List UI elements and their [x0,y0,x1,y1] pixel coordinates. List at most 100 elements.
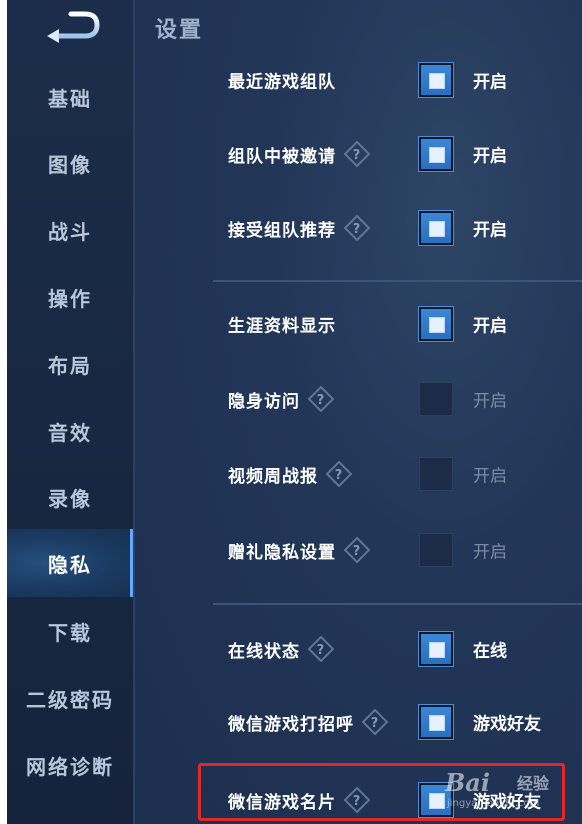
sidebar-item[interactable]: 隐私 [7,529,133,597]
settings-screen: 基础 图像 战斗 操作 布局 音效 录像 隐私 下载 二级密码 网络诊断 设置 最近游戏组队 开启 组队… [0,0,582,824]
setting-label-text: 隐身访问 [228,391,300,412]
setting-value: 开启 [473,220,507,241]
section-divider [213,603,582,605]
sidebar-item[interactable]: 战斗 [7,207,133,253]
svg-text:?: ? [317,643,326,658]
page-title: 设置 [155,18,204,43]
setting-label: 接受组队推荐? [228,214,371,242]
svg-text:?: ? [371,716,380,731]
setting-value: 在线 [473,641,507,662]
setting-checkbox[interactable] [419,457,453,491]
watermark-url: jingyan.baidu.com [447,798,540,809]
sidebar-item[interactable]: 网络诊断 [7,742,133,788]
sidebar-item[interactable]: 图像 [7,140,133,186]
setting-row: 生涯资料显示 开启 [135,298,582,350]
setting-row: 最近游戏组队 开启 [135,54,582,106]
setting-value: 游戏好友 [473,714,541,735]
sidebar-item[interactable]: 音效 [7,408,133,454]
sidebar-item[interactable]: 基础 [7,74,133,120]
setting-value: 开启 [473,316,507,337]
checkbox-check-icon [429,642,445,658]
svg-text:?: ? [353,148,362,163]
help-icon[interactable]: ? [307,635,335,663]
help-icon[interactable]: ? [307,385,335,413]
sidebar-item[interactable]: 二级密码 [7,675,133,721]
sidebar-item-label: 基础 [48,86,92,111]
setting-label-text: 视频周战报 [228,466,318,487]
sidebar-item-label: 战斗 [48,219,92,244]
setting-label-text: 组队中被邀请 [228,146,336,167]
section-divider [213,280,582,282]
checkbox-check-icon [429,715,445,731]
setting-label-text: 赠礼隐私设置 [228,542,336,563]
help-icon[interactable]: ? [343,214,371,242]
setting-value: 开启 [473,466,507,487]
sidebar-item-label: 隐私 [48,552,92,577]
sidebar-item[interactable]: 操作 [7,274,133,320]
checkbox-check-icon [429,147,445,163]
svg-text:?: ? [335,468,344,483]
sidebar-item[interactable]: 录像 [7,474,133,520]
settings-panel: 设置 最近游戏组队 开启 组队中被邀请? 开启 接受组队推荐? 开启 生涯资料显示 开启 隐身访… [135,0,582,824]
setting-label: 微信游戏打招呼? [228,708,389,736]
help-icon[interactable]: ? [325,460,353,488]
sidebar-item-label: 操作 [48,286,92,311]
setting-row: 组队中被邀请? 开启 [135,128,582,180]
setting-checkbox[interactable] [419,382,453,416]
left-edge [0,0,7,824]
active-indicator [130,529,133,597]
setting-label: 视频周战报? [228,460,353,488]
sidebar-item-label: 布局 [48,353,92,378]
setting-label: 组队中被邀请? [228,140,371,168]
setting-checkbox[interactable] [419,63,453,97]
setting-checkbox[interactable] [419,211,453,245]
setting-checkbox[interactable] [419,307,453,341]
svg-text:?: ? [317,393,326,408]
setting-row: 隐身访问? 开启 [135,373,582,425]
sidebar-item[interactable]: 布局 [7,341,133,387]
setting-label: 最近游戏组队 [228,68,336,93]
setting-value: 开启 [473,146,507,167]
back-button[interactable] [41,10,103,44]
back-arrow-icon [47,11,100,43]
sidebar-item-label: 下载 [48,620,92,645]
sidebar-item[interactable]: 下载 [7,608,133,654]
sidebar-item-label: 音效 [48,420,92,445]
checkbox-check-icon [429,317,445,333]
setting-row: 视频周战报? 开启 [135,448,582,500]
help-icon[interactable]: ? [343,140,371,168]
setting-checkbox[interactable] [419,533,453,567]
setting-value: 开启 [473,391,507,412]
watermark-logo: Bai [445,768,490,797]
setting-label-text: 最近游戏组队 [228,72,336,93]
setting-checkbox[interactable] [419,137,453,171]
setting-label-text: 在线状态 [228,641,300,662]
sidebar-item-label: 网络诊断 [26,754,114,779]
setting-label: 隐身访问? [228,385,335,413]
help-icon[interactable]: ? [343,536,371,564]
svg-text:?: ? [353,544,362,559]
setting-row: 赠礼隐私设置? 开启 [135,524,582,576]
sidebar-item-label: 图像 [48,152,92,177]
watermark: Bai 经验 jingyan.baidu.com [445,768,582,822]
setting-row: 微信游戏打招呼? 游戏好友 [135,696,582,748]
setting-row: 在线状态? 在线 [135,623,582,675]
checkbox-check-icon [429,221,445,237]
checkbox-check-icon [429,73,445,89]
help-icon[interactable]: ? [361,708,389,736]
sidebar-item-label: 二级密码 [26,687,114,712]
setting-checkbox[interactable] [419,632,453,666]
setting-row: 接受组队推荐? 开启 [135,202,582,254]
setting-value: 开启 [473,542,507,563]
setting-label-text: 生涯资料显示 [228,316,336,337]
setting-checkbox[interactable] [419,705,453,739]
sidebar-item-label: 录像 [48,486,92,511]
setting-label: 在线状态? [228,635,335,663]
sidebar: 基础图像战斗操作布局音效录像隐私下载二级密码网络诊断 [7,0,135,824]
setting-label-text: 接受组队推荐 [228,220,336,241]
svg-text:?: ? [353,222,362,237]
setting-label: 生涯资料显示 [228,312,336,337]
setting-value: 开启 [473,72,507,93]
setting-label-text: 微信游戏打招呼 [228,714,354,735]
setting-label: 赠礼隐私设置? [228,536,371,564]
